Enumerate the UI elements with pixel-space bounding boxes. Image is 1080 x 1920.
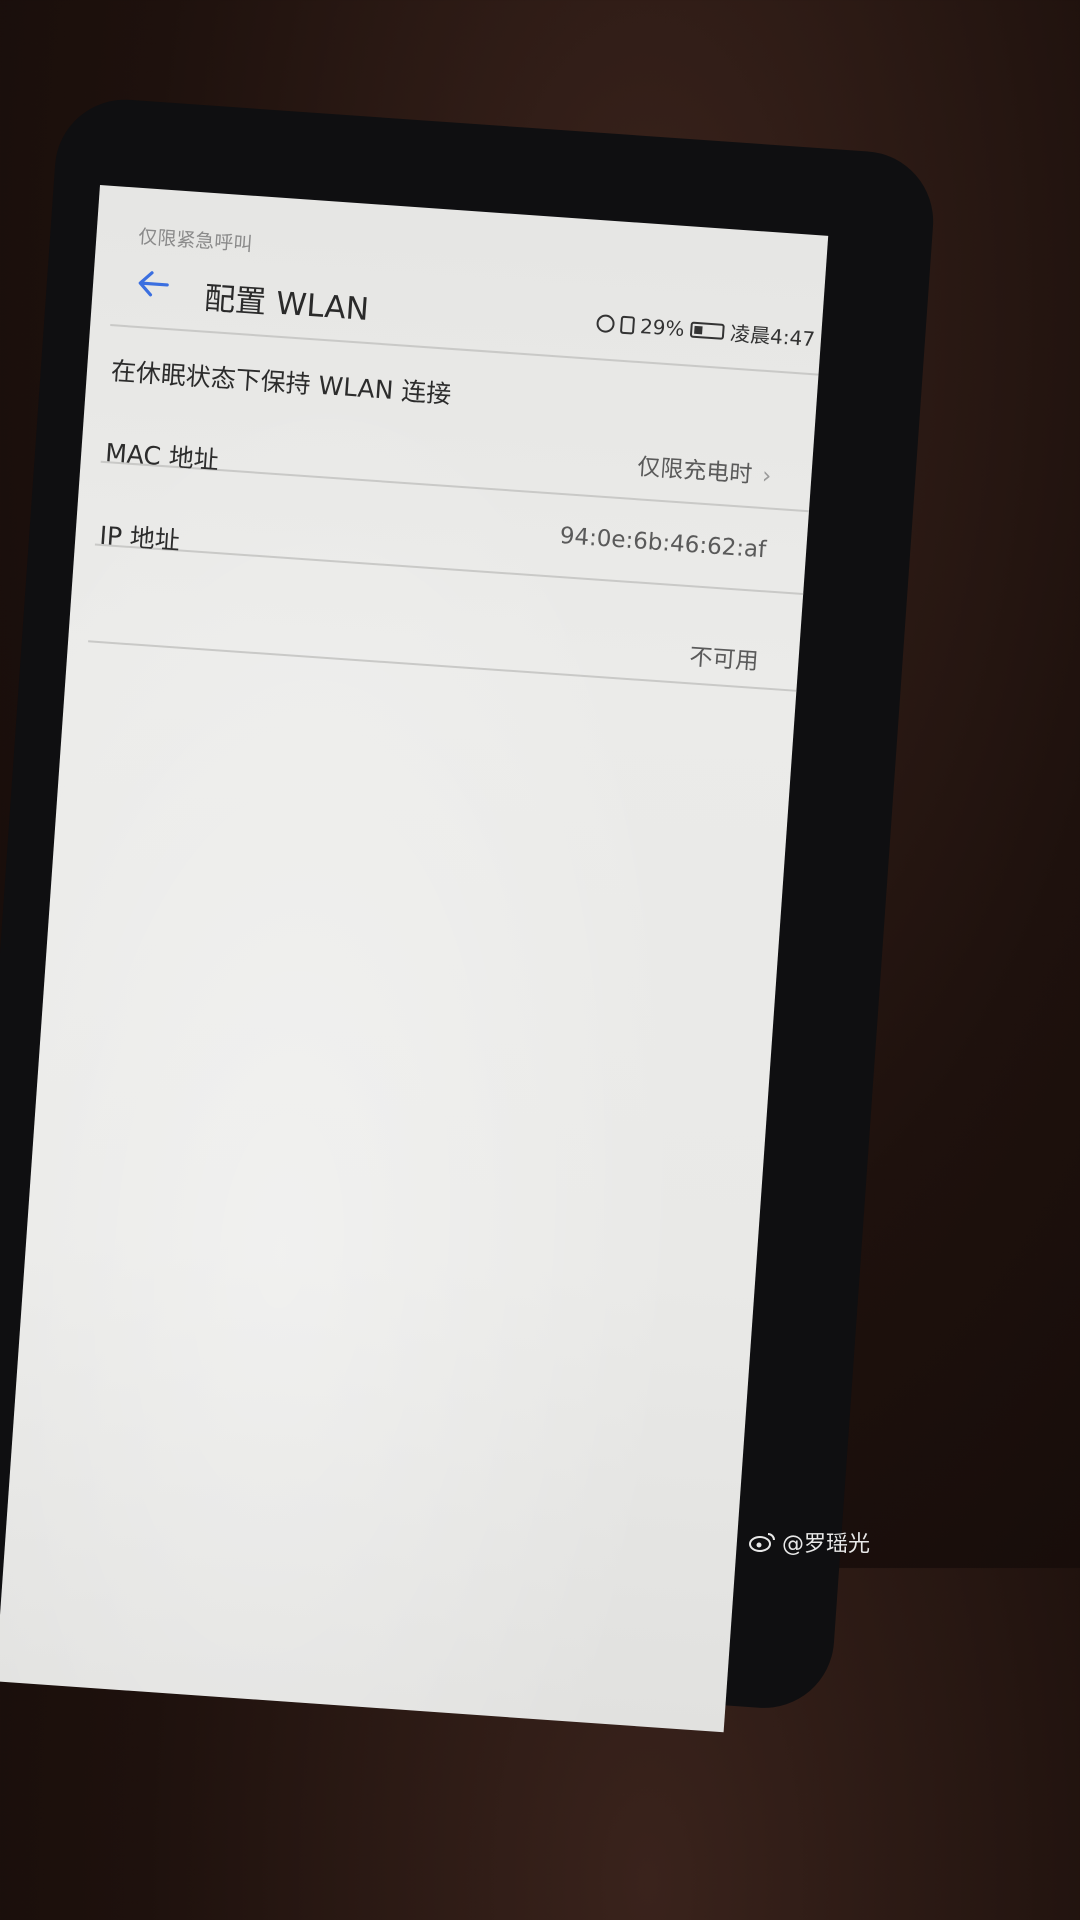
status-bar-right: 29% 凌晨4:47	[595, 308, 816, 352]
page-title: 配置 WLAN	[203, 280, 371, 329]
mac-address-value: 94:0e:6b:46:62:af	[558, 522, 768, 564]
mac-address-label: MAC 地址	[104, 438, 220, 475]
screen-glare	[0, 185, 829, 1733]
weibo-watermark: @罗瑶光	[748, 1526, 870, 1558]
vibrate-icon	[619, 315, 635, 335]
battery-percent: 29%	[639, 313, 686, 341]
keep-wlan-value: 仅限充电时 ›	[636, 447, 773, 490]
chevron-right-icon: ›	[761, 462, 773, 490]
back-arrow-icon[interactable]	[132, 263, 179, 306]
alarm-icon	[595, 313, 615, 333]
watermark-text: @罗瑶光	[781, 1532, 870, 1557]
clock: 凌晨4:47	[729, 321, 816, 352]
keep-wlan-value-text: 仅限充电时	[636, 454, 754, 489]
keep-wlan-label: 在休眠状态下保持 WLAN 连接	[110, 356, 453, 409]
phone-screen: 仅限紧急呼叫 29% 凌晨4:47 配置 WLAN 在休眠状态下保持 WLAN …	[0, 185, 829, 1733]
ip-address-value: 不可用	[688, 644, 760, 676]
weibo-icon	[748, 1533, 775, 1552]
emergency-calls-status: 仅限紧急呼叫	[137, 225, 253, 256]
battery-icon	[689, 321, 725, 340]
ip-address-label: IP 地址	[98, 520, 181, 556]
